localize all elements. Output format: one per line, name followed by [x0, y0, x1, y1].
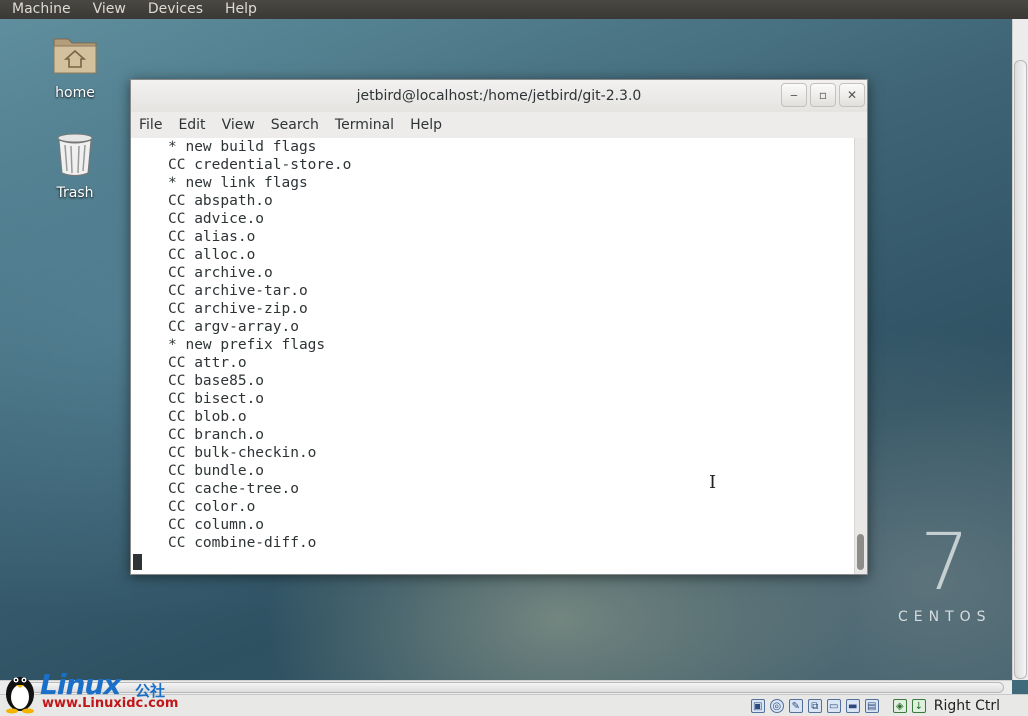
video-capture-icon[interactable]: ▤: [864, 698, 879, 713]
desktop-icon-trash-label: Trash: [56, 185, 94, 201]
optical-drive-icon[interactable]: ◎: [769, 698, 784, 713]
terminal-line: CC base85.o: [168, 373, 265, 389]
terminal-output[interactable]: * new build flags CC credential-store.o * …: [131, 138, 855, 574]
centos-version-number: 7: [920, 518, 970, 608]
terminal-text: * new build flags CC credential-store.o * …: [131, 138, 855, 552]
hard-disk-icon[interactable]: ▣: [750, 698, 765, 713]
terminal-line: CC archive-tar.o: [168, 283, 308, 299]
mouse-integration-icon[interactable]: ↓: [911, 698, 926, 713]
terminal-line: CC alias.o: [168, 229, 256, 245]
network-icon[interactable]: ◈: [892, 698, 907, 713]
host-menu-devices[interactable]: Devices: [136, 0, 213, 19]
terminal-line: CC bisect.o: [168, 391, 265, 407]
shared-folders-icon[interactable]: ⧉: [807, 698, 822, 713]
home-folder-icon: [53, 38, 97, 74]
guest-desktop: home Trash 7 CENTOS jetbird@localhost:/h…: [0, 19, 1012, 680]
window-titlebar[interactable]: jetbird@localhost:/home/jetbird/git-2.3.…: [131, 80, 867, 112]
terminal-line: CC alloc.o: [168, 247, 256, 263]
maximize-button[interactable]: ▫: [810, 83, 836, 107]
host-menu-machine[interactable]: Machine: [0, 0, 81, 19]
terminal-line: CC combine-diff.o: [168, 535, 317, 551]
host-menubar: Machine View Devices Help: [0, 0, 1028, 19]
minimize-button[interactable]: ‒: [781, 83, 807, 107]
window-controls: ‒ ▫ ✕: [778, 83, 865, 107]
menu-edit[interactable]: Edit: [170, 117, 213, 133]
folder-icon[interactable]: ▭: [826, 698, 841, 713]
desktop-icon-trash[interactable]: Trash: [30, 131, 120, 201]
terminal-line: CC branch.o: [168, 427, 265, 443]
trash-icon: [57, 133, 93, 176]
menu-help[interactable]: Help: [402, 117, 450, 133]
desktop-icon-home[interactable]: home: [30, 31, 120, 101]
terminal-line: CC attr.o: [168, 355, 247, 371]
terminal-menubar: File Edit View Search Terminal Help: [131, 112, 867, 138]
terminal-line: * new build flags: [168, 139, 317, 155]
close-button[interactable]: ✕: [839, 83, 865, 107]
terminal-line: CC argv-array.o: [168, 319, 299, 335]
terminal-line: CC bundle.o: [168, 463, 265, 479]
usb-icon[interactable]: ✎: [788, 698, 803, 713]
terminal-scrollbar[interactable]: [854, 138, 867, 574]
host-vertical-scrollbar-thumb[interactable]: [1014, 60, 1027, 679]
text-cursor: [133, 554, 142, 570]
terminal-line: CC blob.o: [168, 409, 247, 425]
terminal-line: * new link flags: [168, 175, 308, 191]
menu-view[interactable]: View: [214, 117, 263, 133]
terminal-line: CC archive.o: [168, 265, 273, 281]
centos-logo-text: CENTOS: [898, 609, 992, 625]
watermark-url: www.Linuxidc.com: [42, 696, 179, 711]
host-menu-help[interactable]: Help: [213, 0, 267, 19]
menu-terminal[interactable]: Terminal: [327, 117, 402, 133]
terminal-line: CC credential-store.o: [168, 157, 352, 173]
terminal-line: CC advice.o: [168, 211, 265, 227]
menu-search[interactable]: Search: [263, 117, 327, 133]
window-title: jetbird@localhost:/home/jetbird/git-2.3.…: [356, 88, 642, 104]
host-menu-view[interactable]: View: [81, 0, 136, 19]
linuxidc-watermark: Linux 公社 www.Linuxidc.com: [2, 668, 192, 714]
terminal-line: CC column.o: [168, 517, 265, 533]
ibeam-pointer-icon: I: [709, 472, 717, 493]
host-vertical-scrollbar[interactable]: [1012, 19, 1028, 680]
terminal-line: CC color.o: [168, 499, 256, 515]
desktop-icon-home-label: home: [55, 85, 95, 101]
terminal-line: CC abspath.o: [168, 193, 273, 209]
terminal-line: CC bulk-checkin.o: [168, 445, 317, 461]
terminal-scrollbar-thumb[interactable]: [857, 534, 864, 570]
tux-penguin-icon: [6, 677, 34, 714]
menu-file[interactable]: File: [131, 117, 170, 133]
terminal-window: jetbird@localhost:/home/jetbird/git-2.3.…: [130, 79, 868, 575]
terminal-line: CC archive-zip.o: [168, 301, 308, 317]
host-key-label: Right Ctrl: [933, 697, 1000, 714]
terminal-line: CC cache-tree.o: [168, 481, 299, 497]
display-icon[interactable]: ▬: [845, 698, 860, 713]
terminal-line: * new prefix flags: [168, 337, 326, 353]
